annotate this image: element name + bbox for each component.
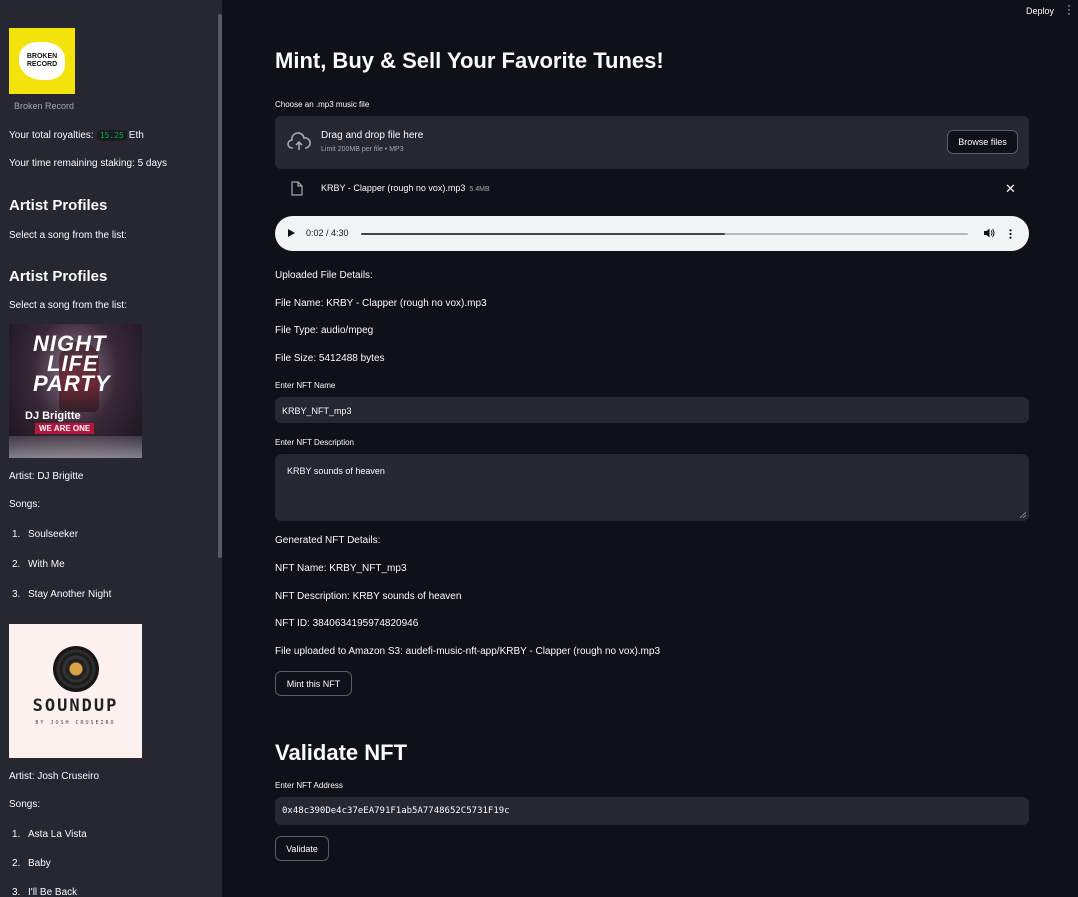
artist-name: Artist: DJ Brigitte <box>9 471 84 482</box>
staking-text: Your time remaining staking: 5 days <box>9 158 168 169</box>
audio-seek-bar[interactable] <box>361 233 968 235</box>
nft-name-value: KRBY_NFT_mp3 <box>282 406 352 416</box>
royalties-text: Your total royalties: 15.25 Eth <box>9 130 144 141</box>
album-cover-tag: WE ARE ONE <box>35 423 95 434</box>
file-size-detail: File Size: 5412488 bytes <box>275 353 385 364</box>
dropzone-limit: Limit 200MB per file • MP3 <box>321 146 404 153</box>
play-icon[interactable] <box>288 229 295 237</box>
resize-handle-icon[interactable] <box>1020 512 1026 518</box>
album-cover-title: NIGHT LIFE PARTY <box>33 333 111 396</box>
remove-file-icon[interactable]: ✕ <box>1005 181 1016 197</box>
kebab-menu-icon[interactable]: · · · <box>1066 1 1072 20</box>
uploaded-file-name: KRBY - Clapper (rough no vox).mp3 5.4MB <box>321 183 490 193</box>
select-song-prompt: Select a song from the list: <box>9 300 127 311</box>
artist-name: Artist: Josh Cruseiro <box>9 771 100 782</box>
nft-address-input[interactable]: 0x48c390De4c37eEA791F1ab5A7748652C5731F1… <box>275 797 1029 825</box>
file-dropzone[interactable]: Drag and drop file here Limit 200MB per … <box>275 116 1029 169</box>
dropzone-title: Drag and drop file here <box>321 130 424 141</box>
sidebar-scrollbar[interactable] <box>218 14 222 558</box>
vinyl-icon <box>53 646 99 692</box>
nft-description-value: KRBY sounds of heaven <box>287 466 385 476</box>
artist-profiles-heading: Artist Profiles <box>9 197 108 214</box>
list-number: 2. <box>12 858 21 869</box>
logo-caption: Broken Record <box>14 101 75 111</box>
generated-nft-id: NFT ID: 3840634195974820946 <box>275 618 419 629</box>
audio-options-icon[interactable] <box>1009 229 1012 239</box>
list-number: 1. <box>12 529 21 540</box>
song-item: Stay Another Night <box>28 589 112 600</box>
nft-name-label: Enter NFT Name <box>275 381 336 390</box>
file-uploader-label: Choose an .mp3 music file <box>275 100 370 109</box>
logo-text: BROKEN RECORD <box>19 42 65 80</box>
select-song-prompt: Select a song from the list: <box>9 230 127 241</box>
page-title: Mint, Buy & Sell Your Favorite Tunes! <box>275 48 664 73</box>
song-item: Soulseeker <box>28 529 79 540</box>
song-item: Asta La Vista <box>28 829 87 840</box>
royalties-label: Your total royalties: <box>9 130 94 141</box>
browse-files-button[interactable]: Browse files <box>947 130 1018 154</box>
file-name-text: KRBY - Clapper (rough no vox).mp3 <box>321 183 466 193</box>
song-item: With Me <box>28 559 65 570</box>
file-name-detail: File Name: KRBY - Clapper (rough no vox)… <box>275 298 487 309</box>
validate-nft-heading: Validate NFT <box>275 740 408 765</box>
validate-button[interactable]: Validate <box>275 836 329 861</box>
broken-record-logo: BROKEN RECORD <box>9 28 75 94</box>
file-icon <box>291 181 303 196</box>
album-cover-title: SOUNDUP <box>32 696 119 716</box>
nft-name-input[interactable]: KRBY_NFT_mp3 <box>275 397 1029 423</box>
album-cover-soundup: SOUNDUP BY JOSH CRUSEIRO <box>9 624 142 758</box>
file-type-detail: File Type: audio/mpeg <box>275 325 374 336</box>
s3-upload-text: File uploaded to Amazon S3: audefi-music… <box>275 646 661 657</box>
cover-line3: PARTY <box>33 371 111 396</box>
nft-address-value: 0x48c390De4c37eEA791F1ab5A7748652C5731F1… <box>282 806 510 816</box>
songs-label: Songs: <box>9 799 41 810</box>
cloud-upload-icon <box>287 132 311 150</box>
audio-seek-progress <box>361 233 726 235</box>
volume-icon[interactable] <box>983 227 995 239</box>
list-number: 3. <box>12 589 21 600</box>
audio-player[interactable]: 0:02 / 4:30 <box>275 216 1029 251</box>
mint-nft-button[interactable]: Mint this NFT <box>275 671 352 696</box>
list-number: 2. <box>12 559 21 570</box>
royalties-unit: Eth <box>128 130 144 141</box>
list-number: 1. <box>12 829 21 840</box>
album-cover-night-life-party: NIGHT LIFE PARTY DJ Brigitte WE ARE ONE <box>9 324 142 458</box>
sidebar: BROKEN RECORD Broken Record Your total r… <box>0 0 222 897</box>
royalties-value: 15.25 <box>96 130 127 141</box>
artist-profiles-heading: Artist Profiles <box>9 268 108 285</box>
songs-label: Songs: <box>9 499 41 510</box>
file-size-text: 5.4MB <box>469 186 490 193</box>
song-item: I'll Be Back <box>28 887 78 897</box>
nft-description-label: Enter NFT Description <box>275 438 354 447</box>
generated-nft-description: NFT Description: KRBY sounds of heaven <box>275 591 462 602</box>
generated-nft-name: NFT Name: KRBY_NFT_mp3 <box>275 563 407 574</box>
uploaded-details-heading: Uploaded File Details: <box>275 270 373 281</box>
album-cover-artist: DJ Brigitte <box>25 410 81 422</box>
album-cover-lights <box>9 436 142 458</box>
uploaded-file-row: KRBY - Clapper (rough no vox).mp3 5.4MB ✕ <box>275 178 1029 200</box>
song-item: Baby <box>28 858 51 869</box>
nft-address-label: Enter NFT Address <box>275 781 343 790</box>
list-number: 3. <box>12 887 21 897</box>
generated-details-heading: Generated NFT Details: <box>275 535 381 546</box>
nft-description-textarea[interactable]: KRBY sounds of heaven <box>275 454 1029 521</box>
audio-time: 0:02 / 4:30 <box>306 228 349 238</box>
deploy-button[interactable]: Deploy <box>1026 6 1054 16</box>
album-cover-byline: BY JOSH CRUSEIRO <box>35 720 116 726</box>
